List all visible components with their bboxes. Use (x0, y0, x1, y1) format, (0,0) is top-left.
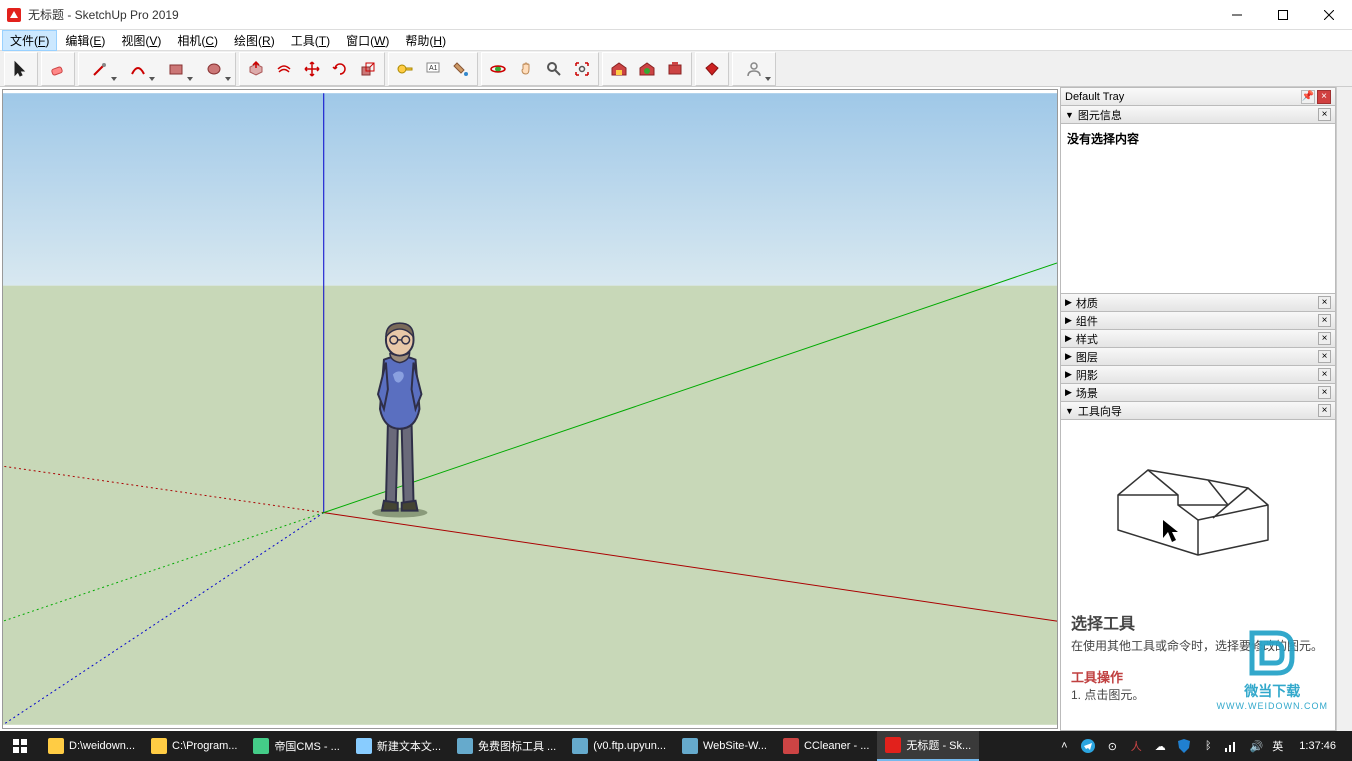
taskbar-item[interactable]: (v0.ftp.upyun... (564, 731, 674, 761)
panel-shadow[interactable]: ▶阴影× (1060, 366, 1336, 384)
panel-instructor[interactable]: ▼ 工具向导 × (1060, 402, 1336, 420)
offset-tool[interactable] (270, 55, 298, 83)
taskbar-item[interactable]: C:\Program... (143, 731, 245, 761)
taskbar-item[interactable]: D:\weidown... (40, 731, 143, 761)
taskbar: D:\weidown...C:\Program...帝国CMS - ...新建文… (0, 731, 1352, 761)
panel-material[interactable]: ▶材质× (1060, 294, 1336, 312)
panel-close-icon[interactable]: × (1318, 368, 1331, 381)
arc-tool[interactable] (119, 55, 157, 83)
warehouse-tool[interactable] (605, 55, 633, 83)
scale-tool[interactable] (354, 55, 382, 83)
tray-icon[interactable]: 人 (1128, 738, 1144, 754)
orbit-tool[interactable] (484, 55, 512, 83)
instructor-tool-title: 选择工具 (1071, 610, 1325, 634)
panel-close-icon[interactable]: × (1318, 350, 1331, 363)
expand-icon: ▼ (1065, 110, 1074, 120)
taskbar-item[interactable]: 新建文本文... (348, 731, 449, 761)
panel-close-icon[interactable]: × (1318, 404, 1331, 417)
tray-title: Default Tray (1065, 91, 1124, 103)
entity-info-content: 没有选择内容 (1067, 130, 1329, 147)
volume-icon[interactable]: 🔊 (1248, 738, 1264, 754)
menubar: 文件(F) 编辑(E) 视图(V) 相机(C) 绘图(R) 工具(T) 窗口(W… (0, 30, 1352, 51)
menu-tools[interactable]: 工具(T) (283, 30, 338, 51)
warehouse-3d-tool[interactable] (633, 55, 661, 83)
taskbar-item[interactable]: WebSite-W... (674, 731, 775, 761)
panel-close-icon[interactable]: × (1318, 314, 1331, 327)
panel-close-icon[interactable]: × (1318, 108, 1331, 121)
tray-header[interactable]: Default Tray 📌 × (1060, 87, 1336, 106)
default-tray: Default Tray 📌 × ▼ 图元信息 × 没有选择内容 ▶材质× ▶组… (1060, 87, 1336, 731)
telegram-icon[interactable] (1080, 738, 1096, 754)
onedrive-icon[interactable]: ☁ (1152, 738, 1168, 754)
menu-help[interactable]: 帮助(H) (397, 30, 454, 51)
expand-icon: ▼ (1065, 406, 1074, 416)
pan-tool[interactable] (512, 55, 540, 83)
instructor-op-step: 1. 点击图元。 (1071, 686, 1325, 703)
taskbar-item[interactable]: 无标题 - Sk... (877, 731, 979, 761)
ime-indicator[interactable]: 英 (1272, 738, 1283, 754)
menu-edit[interactable]: 编辑(E) (57, 30, 113, 51)
start-button[interactable] (0, 731, 40, 761)
taskbar-item[interactable]: 帝国CMS - ... (245, 731, 347, 761)
zoom-extents-tool[interactable] (568, 55, 596, 83)
line-tool[interactable] (81, 55, 119, 83)
panel-style[interactable]: ▶样式× (1060, 330, 1336, 348)
taskbar-item[interactable]: CCleaner - ... (775, 731, 877, 761)
menu-view[interactable]: 视图(V) (113, 30, 169, 51)
toolbar: A1 (0, 51, 1352, 87)
circle-tool[interactable] (195, 55, 233, 83)
extension-tool[interactable] (661, 55, 689, 83)
pin-icon[interactable]: 📌 (1301, 90, 1315, 104)
panel-scene[interactable]: ▶场景× (1060, 384, 1336, 402)
window-title: 无标题 - SketchUp Pro 2019 (28, 6, 1214, 23)
menu-file[interactable]: 文件(F) (2, 30, 57, 51)
panel-entity-info[interactable]: ▼ 图元信息 × (1060, 106, 1336, 124)
bluetooth-icon[interactable]: ᛒ (1200, 738, 1216, 754)
svg-text:A1: A1 (429, 65, 438, 72)
instructor-body: 选择工具 在使用其他工具或命令时，选择要修改的图元。 工具操作 1. 点击图元。… (1060, 420, 1336, 731)
tray-up-icon[interactable]: ˄ (1056, 738, 1072, 754)
network-icon[interactable] (1224, 738, 1240, 754)
tape-tool[interactable] (391, 55, 419, 83)
instructor-tool-desc: 在使用其他工具或命令时，选择要修改的图元。 (1071, 638, 1325, 655)
titlebar: 无标题 - SketchUp Pro 2019 (0, 0, 1352, 30)
system-tray: ˄ ⊙ 人 ☁ ᛒ 🔊 英 1:37:46 (1048, 738, 1352, 754)
eraser-tool[interactable] (44, 55, 72, 83)
pushpull-tool[interactable] (242, 55, 270, 83)
tray-icon[interactable]: ⊙ (1104, 738, 1120, 754)
viewport-scene (3, 90, 1057, 728)
rotate-tool[interactable] (326, 55, 354, 83)
entity-info-body: 没有选择内容 (1060, 124, 1336, 294)
panel-component[interactable]: ▶组件× (1060, 312, 1336, 330)
minimize-button[interactable] (1214, 0, 1260, 30)
3d-viewport[interactable] (2, 89, 1058, 729)
user-account[interactable] (735, 55, 773, 83)
close-button[interactable] (1306, 0, 1352, 30)
panel-close-icon[interactable]: × (1318, 386, 1331, 399)
rectangle-tool[interactable] (157, 55, 195, 83)
panel-close-icon[interactable]: × (1318, 296, 1331, 309)
tray-scrollbar[interactable] (1336, 87, 1352, 731)
tray-close-icon[interactable]: × (1317, 90, 1331, 104)
select-tool[interactable] (7, 55, 35, 83)
move-tool[interactable] (298, 55, 326, 83)
taskbar-item[interactable]: 免费图标工具 ... (449, 731, 564, 761)
menu-camera[interactable]: 相机(C) (169, 30, 226, 51)
instructor-illustration (1071, 430, 1325, 590)
panel-layer[interactable]: ▶图层× (1060, 348, 1336, 366)
text-tool[interactable]: A1 (419, 55, 447, 83)
maximize-button[interactable] (1260, 0, 1306, 30)
menu-draw[interactable]: 绘图(R) (226, 30, 283, 51)
clock[interactable]: 1:37:46 (1291, 740, 1344, 752)
instructor-op-title: 工具操作 (1071, 667, 1325, 686)
ruby-tool[interactable] (698, 55, 726, 83)
panel-close-icon[interactable]: × (1318, 332, 1331, 345)
zoom-tool[interactable] (540, 55, 568, 83)
sketchup-app-icon (6, 7, 22, 23)
paint-tool[interactable] (447, 55, 475, 83)
shield-icon[interactable] (1176, 738, 1192, 754)
menu-window[interactable]: 窗口(W) (338, 30, 397, 51)
